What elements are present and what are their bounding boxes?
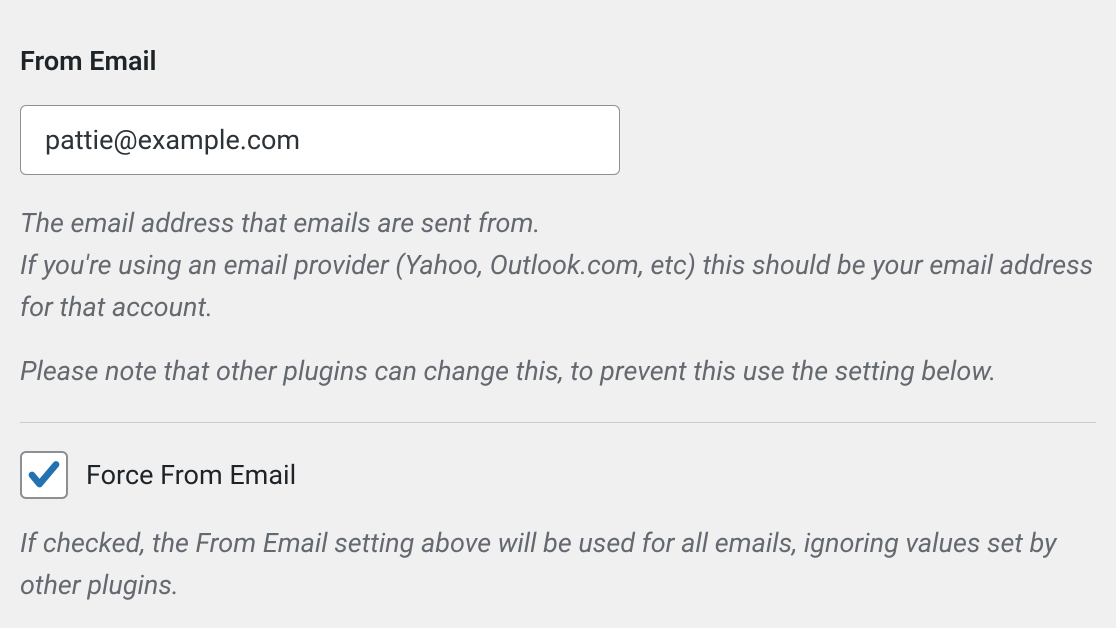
from-email-section: From Email The email address that emails…: [20, 45, 1096, 392]
force-from-email-section: Force From Email If checked, the From Em…: [20, 451, 1096, 607]
force-from-email-row: Force From Email: [20, 451, 1096, 499]
from-email-description-line1: The email address that emails are sent f…: [20, 207, 540, 239]
from-email-description-1: The email address that emails are sent f…: [20, 203, 1096, 329]
force-from-email-description: If checked, the From Email setting above…: [20, 523, 1096, 607]
force-from-email-checkbox[interactable]: [20, 451, 68, 499]
section-divider: [20, 422, 1096, 423]
from-email-description-note: Please note that other plugins can chang…: [20, 351, 1096, 393]
checkmark-icon: [26, 457, 62, 493]
force-from-email-label: Force From Email: [86, 459, 296, 491]
from-email-input[interactable]: [20, 105, 620, 175]
from-email-label: From Email: [20, 45, 1096, 77]
from-email-description-line2: If you're using an email provider (Yahoo…: [20, 249, 1093, 323]
